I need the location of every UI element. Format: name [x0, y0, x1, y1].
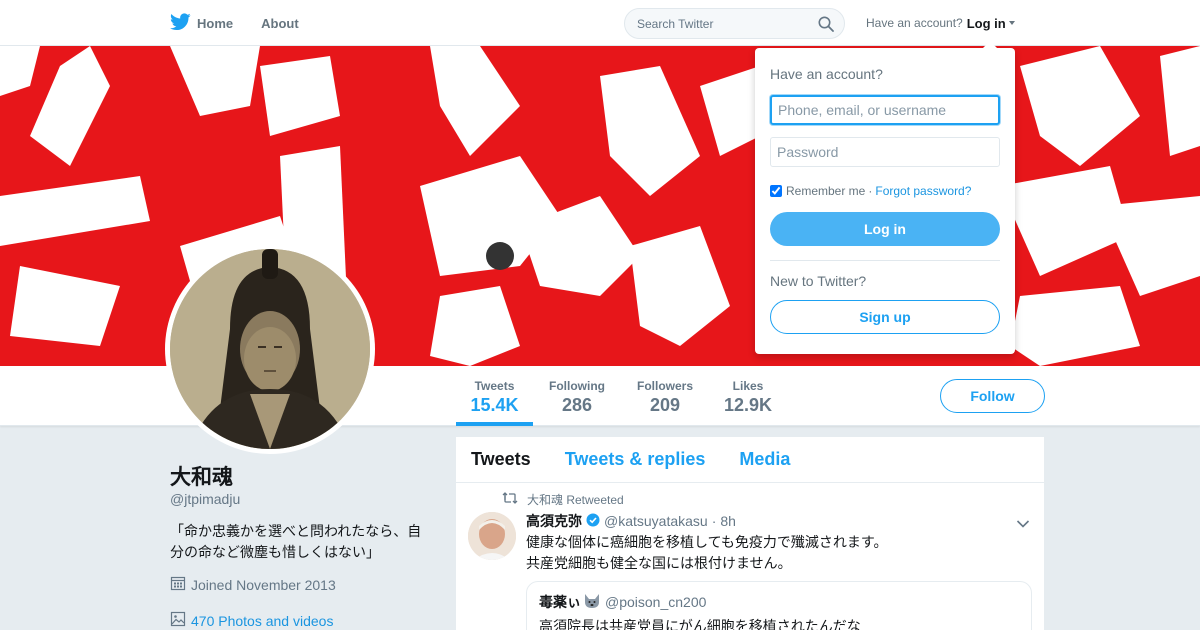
retweeted-by-text[interactable]: 大和魂 Retweeted	[527, 491, 624, 508]
stat-likes[interactable]: Likes 12.9K	[720, 366, 776, 426]
follow-button[interactable]: Follow	[940, 379, 1045, 413]
verified-badge-icon	[586, 513, 600, 530]
password-field[interactable]	[770, 137, 1000, 167]
login-dropdown-toggle[interactable]: Log in	[967, 16, 1015, 31]
stat-value: 209	[649, 395, 681, 415]
stat-label: Followers	[636, 379, 693, 393]
stat-label: Tweets	[474, 379, 515, 393]
stat-value: 15.4K	[470, 395, 519, 415]
timeline: Tweets Tweets & replies Media 大和魂 Retwee…	[456, 437, 1044, 630]
profile-joined: Joined November 2013	[170, 575, 336, 594]
quoted-tweet[interactable]: 毒薬ぃ @poison_cn200 高須院長は共産党員にがん細胞を移植されたんだ…	[526, 581, 1032, 630]
stat-value: 12.9K	[723, 395, 773, 415]
tab-tweets-replies[interactable]: Tweets & replies	[565, 449, 706, 470]
avatar-photo	[170, 249, 370, 449]
forgot-password-link[interactable]: Forgot password?	[875, 184, 971, 198]
nav-about-label: About	[261, 15, 299, 31]
photos-videos-link[interactable]: 470 Photos and videos	[191, 613, 333, 629]
nav-home[interactable]: Home	[170, 0, 233, 46]
profile-handle[interactable]: @jtpimadju	[170, 491, 240, 507]
search-input[interactable]	[625, 9, 805, 38]
stat-followers[interactable]: Followers 209	[630, 366, 700, 426]
image-icon	[170, 611, 191, 630]
quote-header: 毒薬ぃ @poison_cn200	[539, 592, 1019, 612]
profile-avatar[interactable]	[165, 244, 375, 454]
tweet-author-avatar[interactable]	[468, 512, 516, 560]
twitter-bird-icon	[170, 12, 197, 34]
nav-left: Home About	[170, 0, 327, 46]
stat-value: 286	[561, 395, 593, 415]
login-dropdown: Have an account? Remember me · Forgot pa…	[755, 41, 1015, 354]
nav-about[interactable]: About	[261, 0, 299, 46]
stat-label: Likes	[732, 379, 764, 393]
search-icon[interactable]	[818, 16, 834, 37]
nav-home-label: Home	[197, 15, 234, 31]
have-account-text: Have an account?	[866, 16, 963, 30]
quote-author-handle: @poison_cn200	[605, 594, 707, 610]
tab-tweets[interactable]: Tweets	[471, 449, 531, 470]
wolf-emoji-icon	[583, 593, 601, 612]
joined-text: Joined November 2013	[191, 576, 336, 593]
remember-me-label[interactable]: Remember me	[786, 184, 865, 198]
profile-photos: 470 Photos and videos	[170, 611, 333, 630]
separator-dot: ·	[711, 513, 717, 529]
new-to-twitter-text: New to Twitter?	[770, 273, 867, 289]
retweet-context: 大和魂 Retweeted	[502, 491, 624, 508]
remember-row: Remember me · Forgot password?	[770, 184, 971, 198]
remember-me-checkbox[interactable]	[770, 185, 782, 197]
stat-following[interactable]: Following 286	[543, 366, 611, 426]
username-field[interactable]	[770, 95, 1000, 125]
tweet-item[interactable]: 大和魂 Retweeted 高須克弥 @katsuyatakasu · 8h 健…	[456, 483, 1044, 630]
quote-text: 高須院長は共産党員にがん細胞を移植されたんだな	[539, 618, 861, 630]
quote-author-name: 毒薬ぃ	[539, 594, 581, 610]
divider	[770, 260, 1000, 261]
tweet-text-line: 共産党細胞も健全な国には根付けません。	[526, 555, 792, 571]
chevron-down-icon	[1008, 21, 1015, 25]
tweet-author-name[interactable]: 高須克弥	[526, 511, 582, 531]
signup-button[interactable]: Sign up	[770, 300, 1000, 334]
profile-bio: 「命か忠義かを選べと問われたなら、自分の命など微塵も惜しくはない」	[170, 523, 422, 560]
tweet-header: 高須克弥 @katsuyatakasu · 8h	[526, 511, 736, 531]
tweet-text-line: 健康な個体に癌細胞を移植しても免疫力で殲滅されます。	[526, 534, 888, 550]
login-toggle-label: Log in	[966, 15, 1006, 31]
account-area: Have an account? Log in	[866, 0, 1015, 46]
tweet-text: 健康な個体に癌細胞を移植しても免疫力で殲滅されます。 共産党細胞も健全な国には根…	[526, 532, 1026, 574]
calendar-icon	[170, 575, 191, 594]
tweet-author-handle[interactable]: @katsuyatakasu	[604, 513, 708, 529]
profile-name: 大和魂	[170, 466, 233, 489]
separator-dot: ·	[868, 184, 873, 198]
stat-label: Following	[549, 379, 605, 393]
search-box	[624, 8, 845, 39]
stat-tweets[interactable]: Tweets 15.4K	[456, 366, 533, 426]
login-dropdown-title: Have an account?	[770, 66, 883, 82]
login-button[interactable]: Log in	[770, 212, 1000, 246]
timeline-tabs: Tweets Tweets & replies Media	[456, 437, 1044, 483]
tab-media[interactable]: Media	[739, 449, 790, 470]
tweet-timestamp[interactable]: 8h	[720, 513, 736, 529]
top-navigation-bar: Home About Have an account? Log in	[0, 0, 1200, 46]
retweet-icon	[502, 492, 527, 507]
